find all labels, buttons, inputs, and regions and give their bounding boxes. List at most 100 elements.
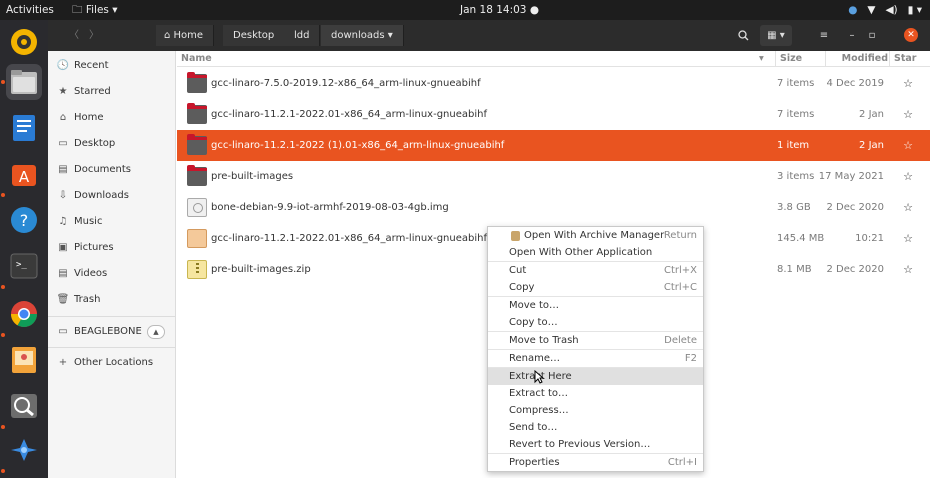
star-toggle-icon[interactable]: ☆	[903, 223, 913, 254]
menu-item-label: Move to Trash	[509, 335, 579, 346]
update-icon[interactable]: ●	[848, 0, 857, 20]
menu-item-send-to[interactable]: Send to…	[488, 419, 703, 436]
software-center-icon[interactable]: A	[6, 156, 42, 192]
menu-item-revert-version[interactable]: Revert to Previous Version…	[488, 436, 703, 453]
sidebar-item-recent[interactable]: 🕓 Recent	[48, 54, 176, 78]
file-row[interactable]: gcc-linaro-7.5.0-2019.12-x86_64_arm-linu…	[177, 68, 930, 99]
star-toggle-icon[interactable]: ☆	[903, 161, 913, 192]
sidebar-item-label: Videos	[74, 268, 108, 279]
minimize-button[interactable]: –	[843, 25, 861, 46]
menu-item-label: Revert to Previous Version…	[509, 439, 651, 450]
star-toggle-icon[interactable]: ☆	[903, 99, 913, 130]
menu-item-rename[interactable]: Rename… F2	[488, 350, 703, 367]
view-options-button[interactable]: ▦ ▾	[760, 25, 792, 46]
sidebar-item-label: Downloads	[74, 190, 129, 201]
menu-item-accel: F2	[684, 353, 697, 364]
menu-item-open-archive-manager[interactable]: Open With Archive Manager Return	[488, 227, 703, 244]
app-menu[interactable]: 🗀 Files ▾	[72, 0, 118, 20]
sidebar-item-pictures[interactable]: ▣ Pictures	[48, 236, 176, 260]
menu-item-accel: Ctrl+C	[663, 282, 697, 293]
file-size: 145.4 MB	[777, 233, 825, 244]
system-tray[interactable]: ● ▼ ◀) ▮ ▾	[848, 0, 922, 20]
file-name: gcc-linaro-7.5.0-2019.12-x86_64_arm-linu…	[211, 78, 481, 89]
home-icon: ⌂	[59, 112, 67, 123]
sidebar-item-starred[interactable]: ★ Starred	[48, 80, 176, 104]
menu-item-copy-to[interactable]: Copy to…	[488, 314, 703, 331]
chrome-icon[interactable]	[6, 296, 42, 332]
star-toggle-icon[interactable]: ☆	[903, 68, 913, 99]
breadcrumb-downloads[interactable]: downloads ▾	[321, 25, 404, 46]
running-indicator	[1, 193, 5, 197]
clock[interactable]: Jan 18 14:03 ●	[460, 0, 539, 20]
sidebar-item-trash[interactable]: 🗑 Trash	[48, 288, 176, 312]
menu-item-properties[interactable]: Properties Ctrl+I	[488, 454, 703, 471]
star-toggle-icon[interactable]: ☆	[903, 130, 913, 161]
rhythmbox-icon[interactable]	[6, 24, 42, 60]
volume-icon[interactable]: ◀)	[885, 0, 897, 20]
svg-text:A: A	[19, 168, 30, 186]
main-menu-button[interactable]: ≡	[814, 25, 834, 46]
top-bar: Activities 🗀 Files ▾ Jan 18 14:03 ● ● ▼ …	[0, 0, 930, 20]
back-button[interactable]: 〈	[64, 25, 84, 46]
breadcrumb-ldd[interactable]: ldd	[284, 25, 321, 46]
menu-item-cut[interactable]: Cut Ctrl+X	[488, 262, 703, 279]
file-row-selected[interactable]: gcc-linaro-11.2.1-2022 (1).01-x86_64_arm…	[177, 130, 930, 161]
archive-manager-icon	[511, 231, 520, 241]
sidebar-item-beaglebone[interactable]: ▭ BEAGLEBONE ▲	[48, 320, 176, 344]
menu-item-move-to-trash[interactable]: Move to Trash Delete	[488, 332, 703, 349]
file-name: gcc-linaro-11.2.1-2022 (1).01-x86_64_arm…	[211, 140, 505, 151]
sidebar-item-desktop[interactable]: ▭ Desktop	[48, 132, 176, 156]
image-viewer-icon[interactable]	[6, 342, 42, 378]
forward-button[interactable]: 〉	[84, 25, 104, 46]
breadcrumb-home[interactable]: ⌂ Home	[156, 25, 215, 46]
file-modified: 17 May 2021	[818, 171, 884, 182]
menu-item-open-other-app[interactable]: Open With Other Application	[488, 244, 703, 261]
file-size: 7 items	[777, 109, 815, 120]
file-modified: 2 Jan	[859, 140, 884, 151]
screenshot-icon[interactable]	[6, 388, 42, 424]
column-star[interactable]: Star	[889, 51, 916, 67]
menu-item-label: Rename…	[509, 353, 561, 364]
running-indicator	[1, 80, 5, 84]
maximize-button[interactable]: ▫	[863, 25, 881, 46]
chevron-right-icon: 〉	[89, 30, 99, 41]
file-name: bone-debian-9.9-iot-armhf-2019-08-03-4gb…	[211, 202, 449, 213]
activities-button[interactable]: Activities	[6, 0, 54, 20]
sidebar-item-music[interactable]: ♫ Music	[48, 210, 176, 234]
terminal-icon[interactable]: >_	[6, 248, 42, 284]
column-name[interactable]: Name	[181, 51, 212, 67]
star-toggle-icon[interactable]: ☆	[903, 192, 913, 223]
battery-icon[interactable]: ▮ ▾	[908, 0, 922, 20]
libreoffice-writer-icon[interactable]	[6, 110, 42, 146]
sidebar-item-documents[interactable]: ▤ Documents	[48, 158, 176, 182]
sidebar-item-other-locations[interactable]: + Other Locations	[48, 351, 176, 375]
star-toggle-icon[interactable]: ☆	[903, 254, 913, 285]
app-grid-icon[interactable]	[6, 432, 42, 468]
file-row[interactable]: gcc-linaro-11.2.1-2022.01-x86_64_arm-lin…	[177, 99, 930, 130]
sort-chevron-icon[interactable]: ▾	[759, 51, 764, 67]
close-button[interactable]: ✕	[904, 28, 918, 42]
video-icon: ▤	[58, 268, 68, 279]
home-icon: ⌂	[164, 30, 174, 41]
menu-item-extract-to[interactable]: Extract to…	[488, 385, 703, 402]
file-row[interactable]: pre-built-images 3 items 17 May 2021 ☆	[177, 161, 930, 192]
sidebar-item-home[interactable]: ⌂ Home	[48, 106, 176, 130]
menu-item-compress[interactable]: Compress…	[488, 402, 703, 419]
search-button[interactable]	[733, 25, 753, 46]
menu-item-copy[interactable]: Copy Ctrl+C	[488, 279, 703, 296]
help-icon[interactable]: ?	[6, 202, 42, 238]
menu-item-move-to[interactable]: Move to…	[488, 297, 703, 314]
column-modified[interactable]: Modified	[825, 51, 888, 67]
file-modified: 10:21	[855, 233, 884, 244]
column-size[interactable]: Size	[775, 51, 802, 67]
file-row[interactable]: bone-debian-9.9-iot-armhf-2019-08-03-4gb…	[177, 192, 930, 223]
breadcrumb-desktop[interactable]: Desktop	[223, 25, 286, 46]
sidebar-item-videos[interactable]: ▤ Videos	[48, 262, 176, 286]
menu-item-extract-here[interactable]: Extract Here	[488, 368, 703, 385]
network-icon[interactable]: ▼	[867, 0, 875, 20]
eject-icon[interactable]: ▲	[147, 325, 165, 339]
close-icon: ✕	[907, 30, 915, 40]
sidebar-item-downloads[interactable]: ⇩ Downloads	[48, 184, 176, 208]
file-modified: 2 Dec 2020	[826, 264, 884, 275]
files-icon[interactable]	[6, 64, 42, 100]
